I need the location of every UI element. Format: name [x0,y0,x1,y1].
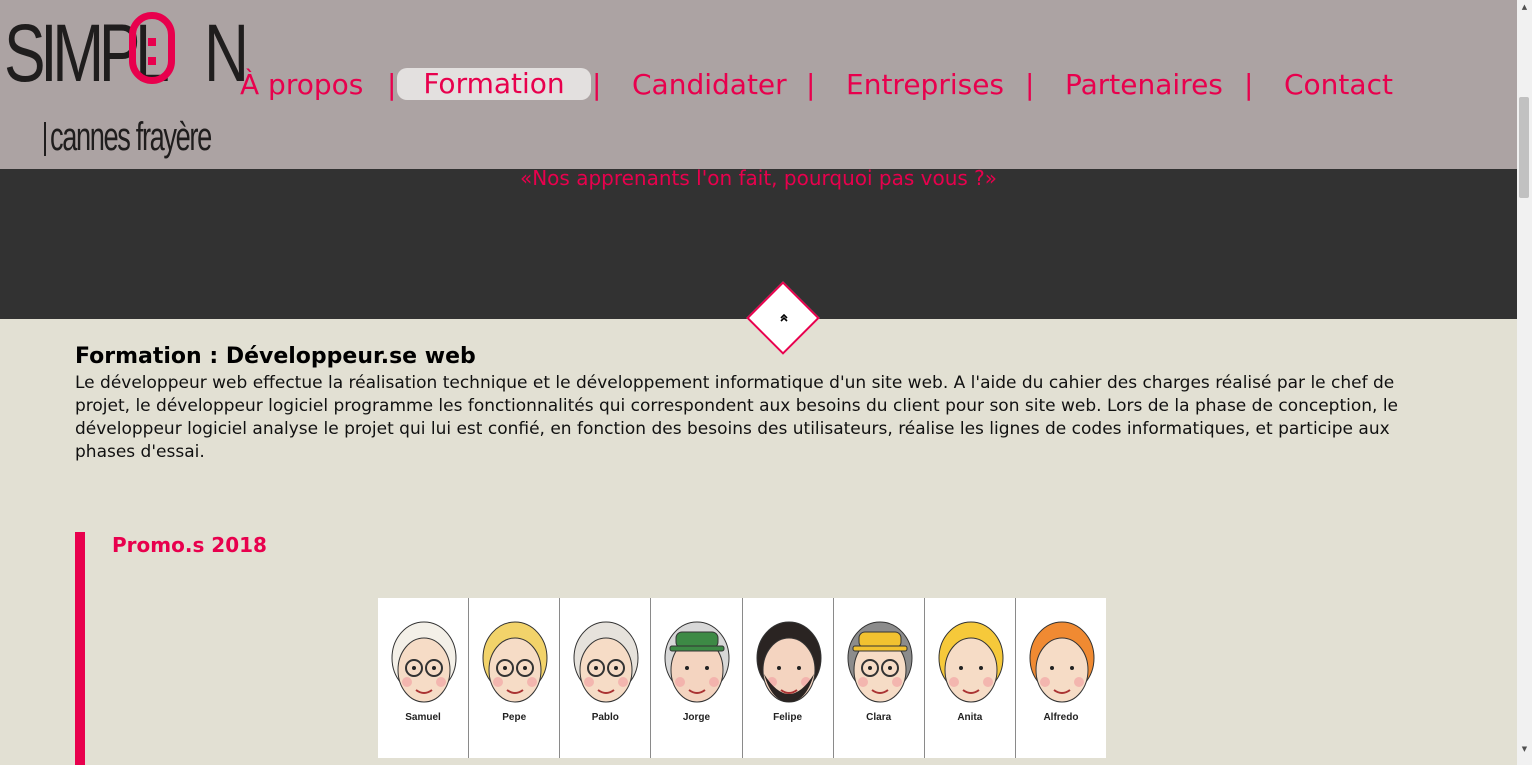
nav-separator: | [806,68,816,101]
scroll-down-arrow-icon[interactable]: ▼ [1517,742,1532,757]
hero-tagline: «Nos apprenants l'on fait, pourquoi pas … [519,166,997,190]
section-title: Formation : Développeur.se web [75,344,476,369]
logo-subtitle: cannes frayère [50,115,212,159]
nav-a-propos[interactable]: À propos [240,66,363,104]
face-card: Jorge [651,598,743,758]
scroll-up-arrow-icon[interactable]: ▲ [1517,0,1532,15]
promo-title: Promo.s 2018 [112,533,267,557]
face-portrait-icon [482,621,548,703]
double-chevron-up-glyph [780,313,788,322]
hero-band [0,169,1517,319]
face-portrait-icon [573,621,639,703]
face-portrait-icon [938,621,1004,703]
simplon-logo[interactable]: SIMPL N cannes frayère [4,6,249,164]
face-name: Alfredo [1043,712,1079,723]
face-name: Anita [957,712,983,723]
nav-contact[interactable]: Contact [1284,66,1393,104]
face-name: Pepe [502,712,527,723]
face-card: Clara [834,598,925,758]
nav-formation[interactable]: Formation [397,68,591,100]
face-portrait-icon [664,621,730,703]
scrollbar-thumb[interactable] [1519,97,1529,198]
nav-separator: | [592,68,602,101]
nav-candidater[interactable]: Candidater [632,66,787,104]
face-portrait-icon [847,621,913,703]
face-portrait-icon [391,621,457,703]
section-description: Le développeur web effectue la réalisati… [75,373,1398,462]
face-name: Samuel [405,712,441,723]
nav-separator: | [1025,68,1035,101]
face-card: Alfredo [1016,598,1106,758]
nav-separator: | [1244,68,1254,101]
face-name: Felipe [773,712,803,723]
logo-divider [44,122,46,156]
face-name: Pablo [591,712,619,723]
face-portrait-icon [1029,621,1095,703]
promo-faces-image: Samuel Pepe Pablo Jorge Felipe Clara Ani… [378,598,1106,758]
face-portrait-icon [756,621,821,703]
site-header: SIMPL N cannes frayère À propos | Formati… [0,0,1517,169]
logo-power-o-icon [129,12,175,84]
face-name: Jorge [682,712,711,723]
face-card: Samuel [378,598,470,758]
face-card: Anita [925,598,1016,758]
promo-accent-bar [75,532,85,765]
nav-separator: | [387,68,397,101]
double-chevron-up-icon[interactable] [774,307,794,331]
face-card: Pablo [560,598,652,758]
face-name: Clara [866,712,892,723]
face-card: Pepe [469,598,561,758]
nav-partenaires[interactable]: Partenaires [1065,66,1223,104]
face-card: Felipe [743,598,834,758]
nav-entreprises[interactable]: Entreprises [846,66,1004,104]
